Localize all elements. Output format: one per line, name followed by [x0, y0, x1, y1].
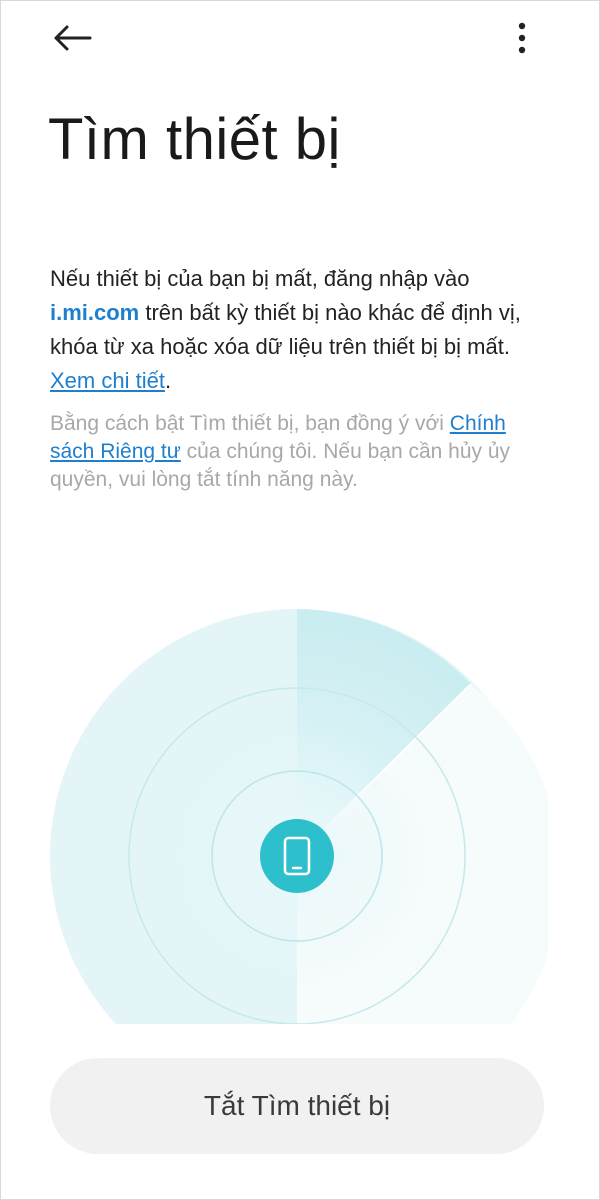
site-name: i.mi.com [50, 300, 140, 325]
radar-center-badge [260, 819, 334, 893]
description-end: . [164, 368, 172, 393]
details-link[interactable]: Xem chi tiết [50, 368, 165, 393]
vertical-dots-icon [518, 22, 526, 54]
description-part1: Nếu thiết bị của bạn bị mất, đăng nhập v… [50, 266, 470, 291]
arrow-left-icon [54, 25, 92, 51]
privacy-note: Bằng cách bật Tìm thiết bị, bạn đồng ý v… [50, 410, 555, 494]
back-button[interactable] [44, 16, 100, 60]
top-bar [0, 0, 600, 80]
more-options-button[interactable] [500, 16, 544, 60]
note-part1: Bằng cách bật Tìm thiết bị, bạn đồng ý v… [50, 412, 450, 435]
page-title: Tìm thiết bị [48, 107, 341, 172]
radar-illustration [50, 609, 548, 1024]
turn-off-find-device-button[interactable]: Tắt Tìm thiết bị [50, 1058, 544, 1154]
description-text: Nếu thiết bị của bạn bị mất, đăng nhập v… [50, 262, 555, 398]
